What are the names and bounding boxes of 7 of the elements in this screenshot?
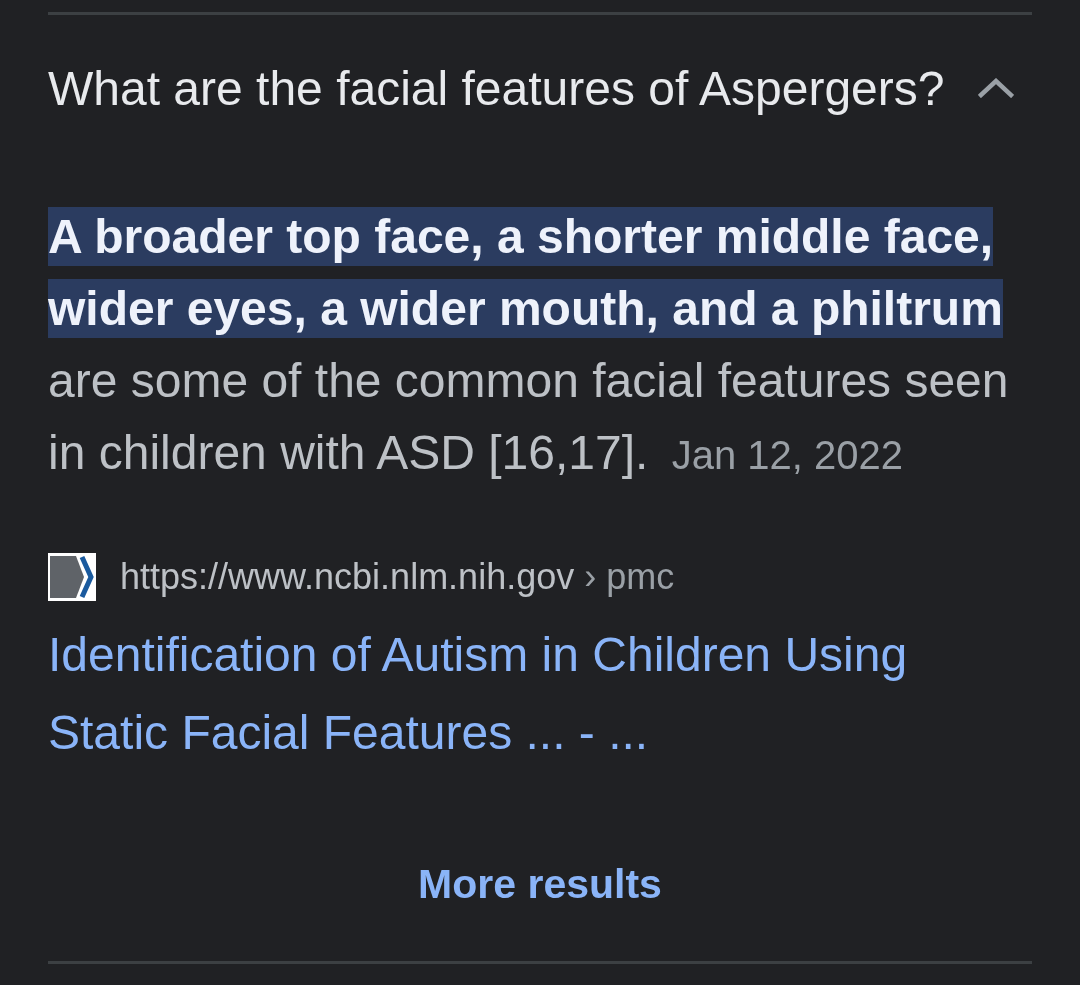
- more-results-button[interactable]: More results: [398, 844, 682, 924]
- chevron-logo-icon: [48, 553, 96, 601]
- url-text: https://www.ncbi.nlm.nih.gov: [120, 556, 575, 598]
- result-title-link[interactable]: Identification of Autism in Children Using Static Facial Features ... - ...: [48, 616, 1032, 772]
- answer-text: A broader top face, a shorter middle face, wider eyes, a wider mouth, and a philtrum are some of the common facial features seen in children with ASD [16,17]. Jan 12, 2022: [48, 201, 1032, 491]
- question-toggle[interactable]: What are the facial features of Aspergers?: [48, 15, 1032, 161]
- breadcrumb-text: › pmc: [584, 556, 675, 598]
